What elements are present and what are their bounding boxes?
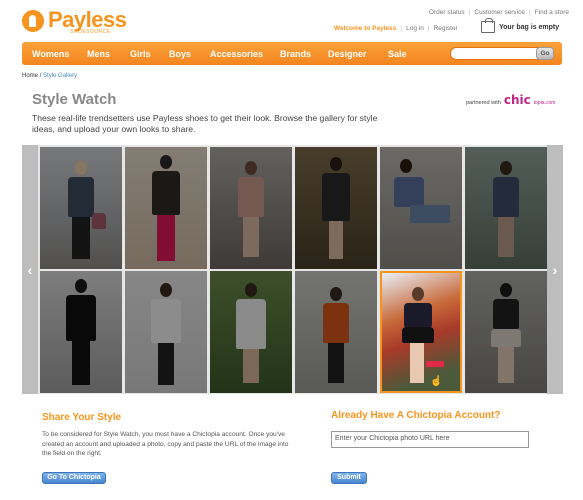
gallery-photo-1[interactable] xyxy=(40,147,122,269)
chictopia-url-input[interactable]: Enter your Chictopia photo URL here xyxy=(331,431,529,448)
bag-status: Your bag is empty xyxy=(499,23,560,31)
gallery-photo-6[interactable] xyxy=(465,147,547,269)
nav-item-brands[interactable]: Brands xyxy=(280,49,311,59)
chictopia-account-heading: Already Have A Chictopia Account? xyxy=(331,410,501,421)
order-status-link[interactable]: Order status xyxy=(429,9,465,16)
partner-label: partnered with xyxy=(466,100,501,106)
gallery-photo-12[interactable] xyxy=(465,271,547,393)
payless-logo-mark-icon xyxy=(22,10,44,32)
submit-button[interactable]: Submit xyxy=(331,472,367,484)
account-links: Welcome to Payless | Log in | Register xyxy=(334,25,458,32)
gallery-photo-7[interactable] xyxy=(40,271,122,393)
logo-name: Payless xyxy=(48,7,127,32)
gallery-photo-8[interactable] xyxy=(125,271,207,393)
gallery-photo-3[interactable] xyxy=(210,147,292,269)
gallery-photo-10[interactable] xyxy=(295,271,377,393)
payless-logo[interactable]: Payless SHOESOURCE xyxy=(22,7,127,35)
share-style-heading: Share Your Style xyxy=(42,412,122,423)
mouse-pointer-icon: ☝ xyxy=(430,376,443,387)
nav-item-designer[interactable]: Designer xyxy=(328,49,367,59)
main-nav: Womens Mens Girls Boys Accessories Brand… xyxy=(22,42,562,65)
customer-service-link[interactable]: Customer service xyxy=(474,9,525,16)
breadcrumb-home[interactable]: Home xyxy=(22,73,38,79)
share-style-description: To be considered for Style Watch, you mu… xyxy=(42,431,289,457)
shopping-bag-icon xyxy=(481,18,495,33)
breadcrumb: Home / Style Gallery xyxy=(22,73,77,79)
page-title: Style Watch xyxy=(32,91,117,108)
header: Payless SHOESOURCE Order status | Custom… xyxy=(0,0,583,42)
gallery-prev-button[interactable]: ‹ xyxy=(22,145,38,394)
gallery-photo-9[interactable] xyxy=(210,271,292,393)
search-go-button[interactable]: Go xyxy=(536,47,554,60)
go-to-chictopia-button[interactable]: Go To Chictopia xyxy=(42,472,106,484)
intro-text: These real-life trendsetters use Payless… xyxy=(32,113,378,134)
gallery-photo-2[interactable] xyxy=(125,147,207,269)
partner-badge[interactable]: partnered with chic topia.com xyxy=(466,93,555,107)
breadcrumb-current: Style Gallery xyxy=(43,73,78,79)
style-gallery: ‹ › xyxy=(22,145,563,394)
nav-item-girls[interactable]: Girls xyxy=(130,49,151,59)
find-a-store-link[interactable]: Find a store xyxy=(535,9,569,16)
gallery-photo-4[interactable] xyxy=(295,147,377,269)
gallery-next-button[interactable]: › xyxy=(547,145,563,394)
nav-item-womens[interactable]: Womens xyxy=(32,49,69,59)
shopping-bag[interactable]: Your bag is empty xyxy=(481,18,560,33)
chictopia-logo-sub: topia.com xyxy=(533,100,556,106)
chevron-right-icon: › xyxy=(552,261,558,278)
chictopia-logo: chic xyxy=(503,93,531,107)
nav-item-sale[interactable]: Sale xyxy=(388,49,407,59)
welcome-text: Welcome to Payless xyxy=(334,25,397,32)
register-link[interactable]: Register xyxy=(434,25,458,32)
nav-item-boys[interactable]: Boys xyxy=(169,49,191,59)
gallery-photo-5[interactable] xyxy=(380,147,462,269)
logo-tagline: SHOESOURCE xyxy=(70,29,111,35)
nav-item-accessories[interactable]: Accessories xyxy=(210,49,263,59)
gallery-photo-11-selected[interactable] xyxy=(380,271,462,393)
login-link[interactable]: Log in xyxy=(406,25,424,32)
nav-item-mens[interactable]: Mens xyxy=(87,49,110,59)
utility-links: Order status | Customer service | Find a… xyxy=(428,9,569,16)
chevron-left-icon: ‹ xyxy=(27,261,33,278)
breadcrumb-separator: / xyxy=(39,73,42,79)
